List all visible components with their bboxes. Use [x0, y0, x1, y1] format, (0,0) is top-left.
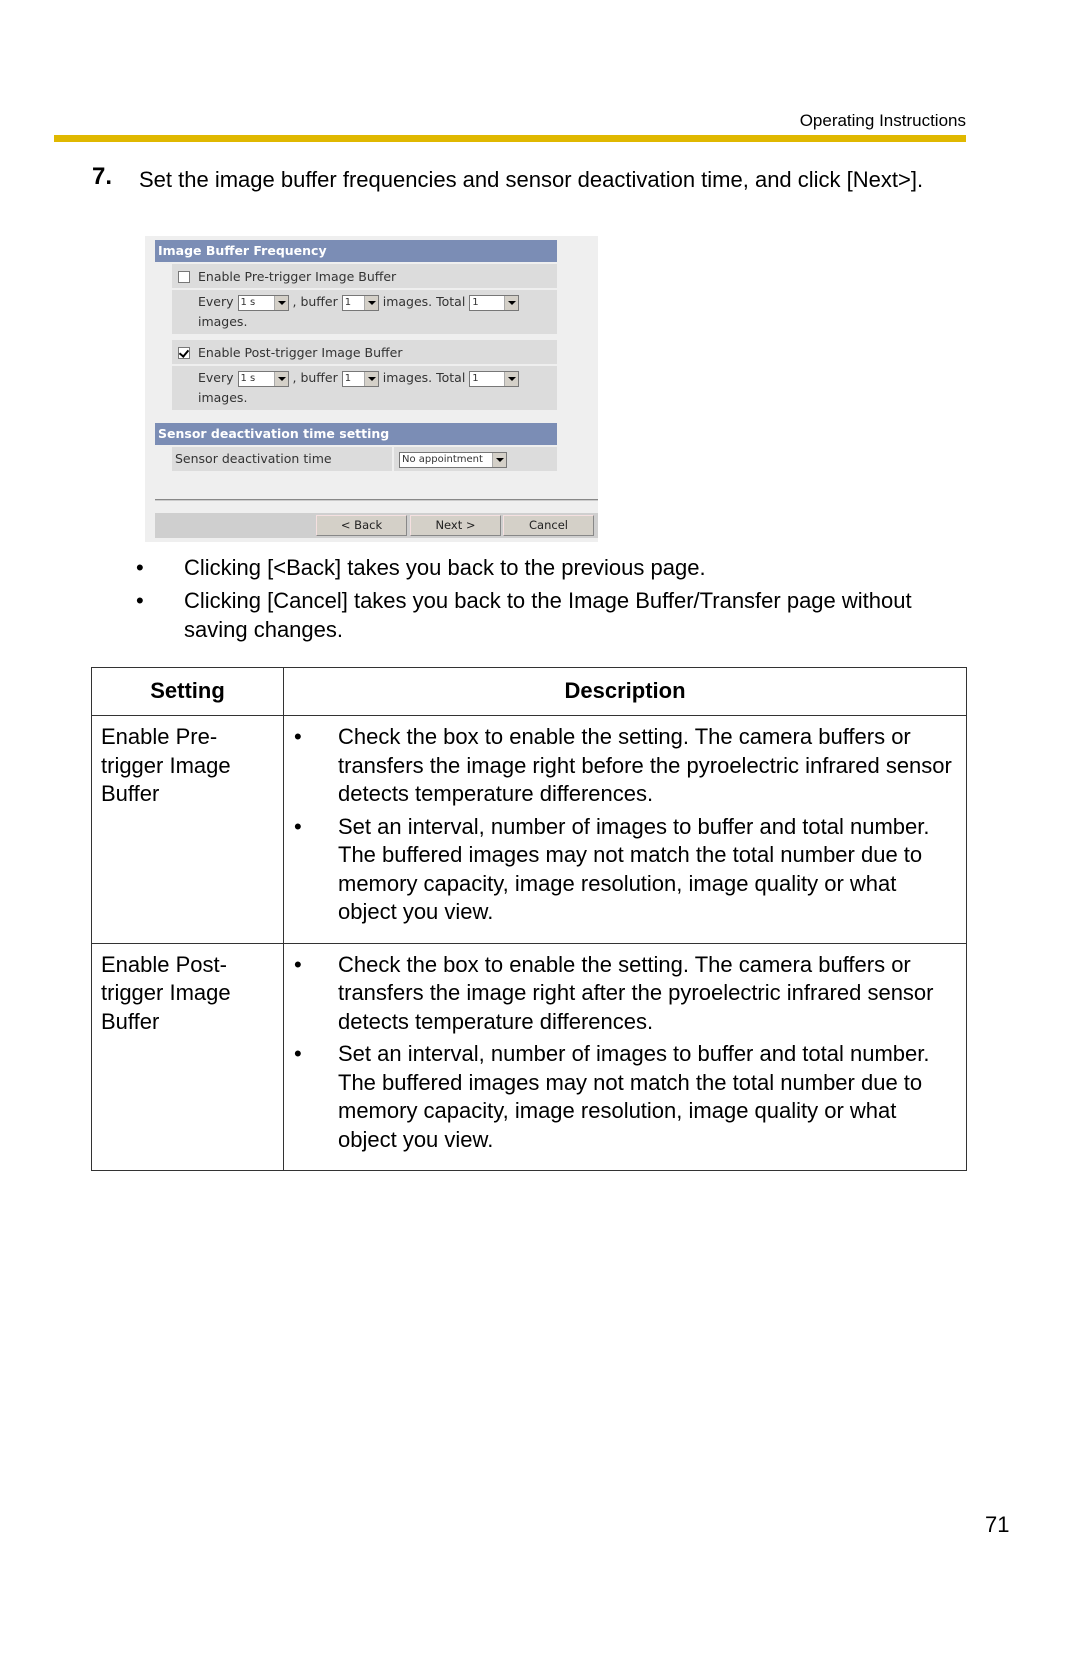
post-interval-value: 1 s — [240, 372, 256, 384]
setting-name-text: Enable Pre-trigger Image Buffer — [101, 724, 231, 806]
pre-total-select[interactable]: 1 — [469, 294, 520, 311]
table-header-row: Setting Description — [91, 667, 967, 716]
setting-name: Enable Pre-trigger Image Buffer — [91, 715, 284, 944]
post-buffer-value: 1 — [344, 372, 352, 384]
dropdown-arrow-icon — [363, 295, 378, 310]
step-instruction: Set the image buffer frequencies and sen… — [139, 167, 924, 192]
every-label: Every — [198, 294, 234, 309]
images-label: images. — [198, 314, 248, 329]
setting-description: • Check the box to enable the setting. Th… — [283, 942, 967, 1171]
notes-list: • Clicking [<Back] takes you back to the … — [136, 553, 966, 648]
description-item: • Check the box to enable the setting. Th… — [294, 723, 956, 809]
image-buffer-frequency-header: Image Buffer Frequency — [155, 240, 557, 262]
pre-buffer-value: 1 — [344, 296, 352, 308]
table-row: Enable Post-trigger Image Buffer • Check … — [91, 942, 967, 1171]
back-button[interactable]: < Back — [316, 515, 407, 536]
table-row: Enable Pre-trigger Image Buffer • Check t… — [91, 715, 967, 944]
pre-buffer-select[interactable]: 1 — [341, 294, 379, 311]
note-item: • Clicking [Cancel] takes you back to the… — [136, 586, 966, 644]
dropdown-arrow-icon — [273, 295, 288, 310]
description-text: Check the box to enable the setting. The… — [338, 951, 934, 1034]
buffer-label: , buffer — [292, 294, 338, 309]
post-buffer-select[interactable]: 1 — [341, 370, 379, 387]
page-number: 71 — [985, 1512, 1010, 1537]
description-text: Set an interval, number of images to buf… — [338, 1041, 930, 1152]
bullet-icon: • — [294, 724, 302, 749]
dropdown-arrow-icon — [363, 371, 378, 386]
bullet-icon: • — [136, 588, 144, 613]
description-text: Check the box to enable the setting. The… — [338, 724, 952, 806]
dropdown-arrow-icon — [504, 371, 519, 386]
note-text: Clicking [Cancel] takes you back to the … — [184, 588, 912, 642]
note-item: • Clicking [<Back] takes you back to the … — [136, 553, 966, 582]
sensor-label-cell: Sensor deactivation time — [172, 447, 392, 471]
dropdown-arrow-icon — [504, 295, 519, 310]
sensor-value-cell: No appointment — [394, 447, 557, 471]
every-label: Every — [198, 370, 234, 385]
pre-interval-value: 1 s — [240, 296, 256, 308]
images-total-label: images. Total — [382, 294, 466, 309]
dropdown-arrow-icon — [273, 371, 288, 386]
settings-description-table: Setting Description Enable Pre-trigger I… — [91, 667, 967, 1171]
images-label: images. — [198, 390, 248, 405]
post-total-select[interactable]: 1 — [469, 370, 520, 387]
pre-total-value: 1 — [472, 296, 479, 308]
sensor-deactivation-header: Sensor deactivation time setting — [155, 423, 557, 445]
pre-trigger-row: Enable Pre-trigger Image Buffer — [172, 264, 557, 288]
pre-trigger-label: Enable Pre-trigger Image Buffer — [198, 269, 397, 284]
settings-screenshot: Image Buffer Frequency Enable Pre-trigge… — [145, 236, 598, 542]
description-item: • Set an interval, number of images to bu… — [294, 813, 956, 927]
images-total-label: images. Total — [382, 370, 466, 385]
post-interval-select[interactable]: 1 s — [237, 370, 289, 387]
note-text: Clicking [<Back] takes you back to the p… — [184, 555, 706, 580]
pre-trigger-checkbox[interactable] — [178, 270, 190, 283]
sensor-deactivation-label: Sensor deactivation time — [175, 451, 332, 466]
setting-name-text: Enable Post-trigger Image Buffer — [101, 951, 231, 1034]
header-rule — [54, 135, 966, 142]
description-item: • Check the box to enable the setting. Th… — [294, 951, 956, 1037]
post-trigger-settings: Every 1 s , buffer 1 images. Total 1 ima… — [172, 366, 557, 410]
description-text: Set an interval, number of images to buf… — [338, 813, 930, 925]
step-number: 7. — [92, 163, 113, 190]
column-header-setting: Setting — [91, 667, 284, 716]
post-trigger-label: Enable Post-trigger Image Buffer — [198, 345, 403, 360]
divider — [155, 499, 598, 501]
description-item: • Set an interval, number of images to bu… — [294, 1040, 956, 1154]
button-bar: < Back Next > Cancel — [155, 513, 598, 538]
bullet-icon: • — [294, 1041, 302, 1066]
post-total-value: 1 — [472, 372, 479, 384]
buffer-label: , buffer — [292, 370, 338, 385]
sensor-deactivation-select[interactable]: No appointment — [399, 451, 507, 468]
running-header: Operating Instructions — [799, 111, 966, 130]
post-trigger-checkbox[interactable] — [178, 346, 190, 359]
setting-name: Enable Post-trigger Image Buffer — [91, 942, 284, 1171]
bullet-icon: • — [136, 555, 144, 580]
cancel-button[interactable]: Cancel — [503, 515, 594, 536]
dropdown-arrow-icon — [492, 452, 506, 467]
pre-trigger-settings: Every 1 s , buffer 1 images. Total 1 ima… — [172, 290, 557, 334]
setting-description: • Check the box to enable the setting. Th… — [283, 715, 967, 944]
post-trigger-row: Enable Post-trigger Image Buffer — [172, 340, 557, 364]
bullet-icon: • — [294, 951, 302, 977]
sensor-deactivation-value: No appointment — [402, 453, 483, 465]
next-button[interactable]: Next > — [410, 515, 501, 536]
pre-interval-select[interactable]: 1 s — [237, 294, 289, 311]
column-header-description: Description — [283, 667, 967, 716]
bullet-icon: • — [294, 813, 302, 839]
